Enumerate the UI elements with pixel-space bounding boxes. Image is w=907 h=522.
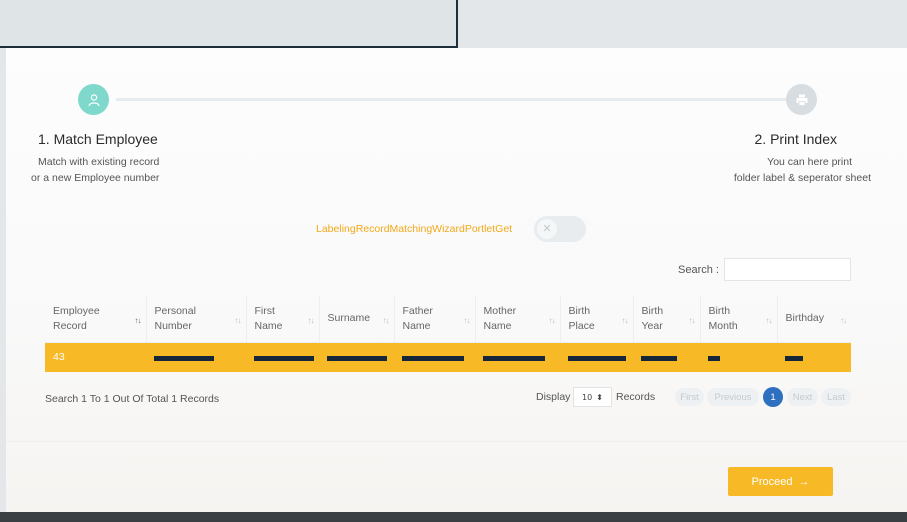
wizard-panel: 1. Match Employee Match with existing re… [6, 48, 907, 512]
column-header-personal-number[interactable]: Personal Number ↑↓ [146, 296, 247, 343]
step-2-title: 2. Print Index [754, 131, 838, 147]
user-icon [87, 93, 100, 106]
search-label: Search : [678, 264, 719, 276]
redaction-bar [154, 356, 214, 362]
pager-next-button[interactable]: Next [787, 388, 818, 406]
cell-birth-place-redacted [560, 342, 633, 372]
background-bottom-band [0, 512, 907, 522]
background-window-frame [0, 0, 458, 48]
sort-icon: ↑↓ [134, 315, 142, 325]
cell-mother-name-redacted [475, 342, 560, 372]
sort-icon: ↑↓ [688, 315, 696, 325]
table-header-row: Employee Record ↑↓ Personal Number ↑↓ First N… [45, 296, 851, 343]
redaction-bar [568, 356, 626, 362]
column-header-first-name[interactable]: First Name ↑↓ [246, 296, 320, 343]
step-2-description-line2: folder label & seperator sheet [733, 172, 871, 184]
portlet-label: LabelingRecordMatchingWizardPortletGet [316, 223, 513, 235]
redaction-bar [327, 356, 387, 362]
match-toggle[interactable]: ✕ [534, 216, 586, 242]
redaction-bar [785, 356, 803, 362]
redaction-bar [402, 356, 464, 362]
sort-icon: ↑↓ [621, 315, 629, 325]
cell-employee-record: 43 [45, 342, 146, 372]
footer-divider [6, 441, 907, 442]
redaction-bar [254, 356, 314, 362]
column-header-employee-record[interactable]: Employee Record ↑↓ [45, 296, 147, 343]
cell-birth-year-redacted [633, 342, 700, 372]
pager-current-page[interactable]: 1 [763, 387, 783, 407]
redaction-bar [641, 356, 677, 362]
printer-icon [796, 94, 807, 106]
cell-birth-month-redacted [700, 342, 777, 372]
display-label: Display [536, 391, 571, 403]
wizard-progress-line [116, 98, 806, 101]
records-label: Records [616, 391, 656, 403]
sort-icon: ↑↓ [765, 315, 773, 325]
pager-first-button[interactable]: First [675, 388, 704, 406]
redaction-bar [708, 356, 720, 362]
pager-last-button[interactable]: Last [821, 388, 851, 406]
sort-icon: ↑↓ [382, 315, 390, 325]
step-2-indicator[interactable] [786, 84, 817, 115]
column-header-birth-place[interactable]: Birth Place ↑↓ [560, 296, 634, 343]
sort-icon: ↑↓ [307, 315, 315, 325]
updown-icon: ⬍ [596, 392, 603, 402]
cell-personal-number-redacted [146, 342, 246, 372]
page-size-value: 10 [582, 392, 593, 402]
sort-icon: ↑↓ [548, 315, 556, 325]
column-header-birth-month[interactable]: Birth Month ↑↓ [700, 296, 778, 343]
proceed-label: Proceed [751, 475, 793, 488]
cell-first-name-redacted [246, 342, 319, 372]
column-header-mother-name[interactable]: Mother Name ↑↓ [475, 296, 561, 343]
step-1-description-line1: Match with existing record [38, 156, 160, 168]
sort-icon: ↑↓ [234, 315, 242, 325]
column-header-birth-year[interactable]: Birth Year ↑↓ [633, 296, 701, 343]
records-info: Search 1 To 1 Out Of Total 1 Records [45, 393, 220, 405]
proceed-button[interactable]: Proceed → [728, 467, 833, 496]
page-size-select[interactable]: 10 ⬍ [573, 387, 612, 407]
cell-father-name-redacted [394, 342, 475, 372]
sort-icon: ↑↓ [840, 315, 847, 325]
cell-surname-redacted [319, 342, 394, 372]
step-2-description-line1: You can here print [767, 156, 852, 168]
arrow-right-icon: → [798, 475, 810, 488]
column-header-surname[interactable]: Surname ↑↓ [319, 296, 395, 343]
sort-icon: ↑↓ [463, 315, 471, 325]
redaction-bar [483, 356, 545, 362]
step-1-title: 1. Match Employee [38, 131, 158, 147]
table-row[interactable]: 43 [45, 342, 851, 372]
cell-birthday-redacted [777, 342, 851, 372]
pager-previous-button[interactable]: Previous [707, 388, 759, 406]
employee-table: Employee Record ↑↓ Personal Number ↑↓ First N… [45, 296, 851, 372]
column-header-father-name[interactable]: Father Name ↑↓ [394, 296, 476, 343]
step-1-indicator[interactable] [78, 84, 109, 115]
search-input[interactable] [724, 258, 851, 281]
column-header-birthday[interactable]: Birthday ↑↓ [777, 296, 851, 343]
step-1-description-line2: or a new Employee number [31, 172, 160, 184]
close-icon: ✕ [537, 219, 557, 239]
